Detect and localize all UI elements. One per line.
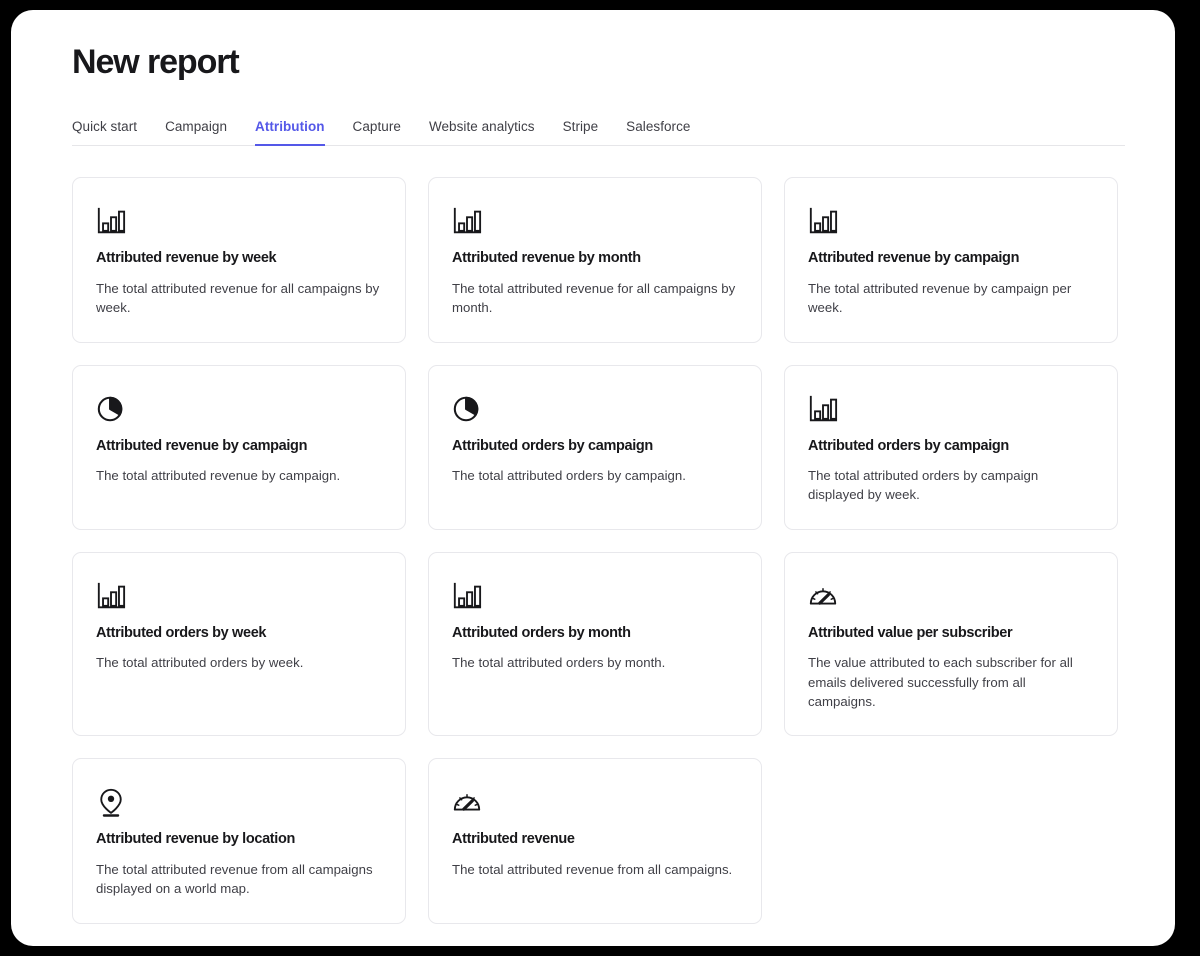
report-card-title: Attributed value per subscriber bbox=[808, 624, 1013, 641]
page-body: New report Quick start Campaign Attributio… bbox=[11, 10, 1175, 924]
report-card-title: Attributed orders by week bbox=[96, 624, 267, 641]
report-card-title: Attributed revenue by campaign bbox=[96, 437, 308, 454]
report-card-title: Attributed revenue by month bbox=[452, 250, 641, 267]
bar-chart-icon bbox=[452, 202, 739, 240]
report-card[interactable]: Attributed orders by month The total attr… bbox=[428, 551, 762, 737]
report-card[interactable]: Attributed value per subscriber The value… bbox=[784, 551, 1118, 737]
tab-bar: Quick start Campaign Attribution Capture Web… bbox=[72, 115, 1125, 147]
report-card-description: The total attributed revenue for all cam… bbox=[96, 280, 380, 316]
bar-chart-icon bbox=[96, 202, 383, 240]
report-card[interactable]: Attributed revenue by location The total … bbox=[72, 758, 406, 924]
gauge-icon bbox=[808, 577, 1095, 615]
report-card[interactable]: Attributed orders by campaign The total a… bbox=[428, 364, 762, 530]
report-card-description: The total attributed revenue by campaign… bbox=[96, 467, 341, 483]
bar-chart-icon bbox=[96, 577, 383, 615]
report-card-description: The total attributed revenue from all ca… bbox=[96, 861, 373, 897]
report-card-title: Attributed revenue bbox=[452, 831, 575, 848]
report-card-description: The total attributed revenue for all cam… bbox=[452, 280, 736, 316]
report-card[interactable]: Attributed orders by week The total attri… bbox=[72, 551, 406, 737]
tab-capture[interactable]: Capture bbox=[353, 115, 401, 146]
bar-chart-icon bbox=[808, 390, 1095, 428]
tab-website-analytics[interactable]: Website analytics bbox=[429, 115, 535, 146]
app-window: New report Quick start Campaign Attributio… bbox=[11, 10, 1175, 946]
report-card-title: Attributed orders by month bbox=[452, 624, 631, 641]
pie-chart-icon bbox=[96, 390, 383, 428]
report-card[interactable]: Attributed revenue The total attributed r… bbox=[428, 758, 762, 924]
report-card-description: The total attributed orders by week. bbox=[96, 655, 304, 671]
gauge-icon bbox=[452, 783, 739, 821]
report-card[interactable]: Attributed revenue by month The total att… bbox=[428, 177, 762, 343]
tab-campaign[interactable]: Campaign bbox=[165, 115, 227, 146]
report-card[interactable]: Attributed revenue by campaign The total … bbox=[72, 364, 406, 530]
tab-quick-start[interactable]: Quick start bbox=[72, 115, 137, 146]
report-card-description: The total attributed orders by month. bbox=[452, 655, 666, 671]
report-card-title: Attributed revenue by campaign bbox=[808, 250, 1020, 267]
report-card-description: The total attributed revenue by campaign… bbox=[808, 280, 1072, 316]
pie-chart-icon bbox=[452, 390, 739, 428]
report-card[interactable]: Attributed orders by campaign The total a… bbox=[784, 364, 1118, 530]
report-card-title: Attributed orders by campaign bbox=[452, 437, 653, 454]
report-card-description: The total attributed revenue from all ca… bbox=[452, 861, 733, 877]
report-card-grid: Attributed revenue by week The total attr… bbox=[72, 177, 1125, 924]
tab-salesforce[interactable]: Salesforce bbox=[626, 115, 690, 146]
report-card-title: Attributed revenue by location bbox=[96, 831, 295, 848]
report-card[interactable]: Attributed revenue by campaign The total … bbox=[784, 177, 1118, 343]
report-card-title: Attributed revenue by week bbox=[96, 250, 277, 267]
report-card-description: The value attributed to each subscriber … bbox=[808, 655, 1073, 709]
tab-stripe[interactable]: Stripe bbox=[563, 115, 599, 146]
report-card-title: Attributed orders by campaign bbox=[808, 437, 1009, 454]
report-card-description: The total attributed orders by campaign. bbox=[452, 467, 686, 483]
map-pin-icon bbox=[96, 783, 383, 821]
tab-attribution[interactable]: Attribution bbox=[255, 115, 325, 147]
report-card-description: The total attributed orders by campaign … bbox=[808, 467, 1039, 503]
report-card[interactable]: Attributed revenue by week The total attr… bbox=[72, 177, 406, 343]
page-title: New report bbox=[72, 43, 240, 81]
bar-chart-icon bbox=[808, 202, 1095, 240]
bar-chart-icon bbox=[452, 577, 739, 615]
